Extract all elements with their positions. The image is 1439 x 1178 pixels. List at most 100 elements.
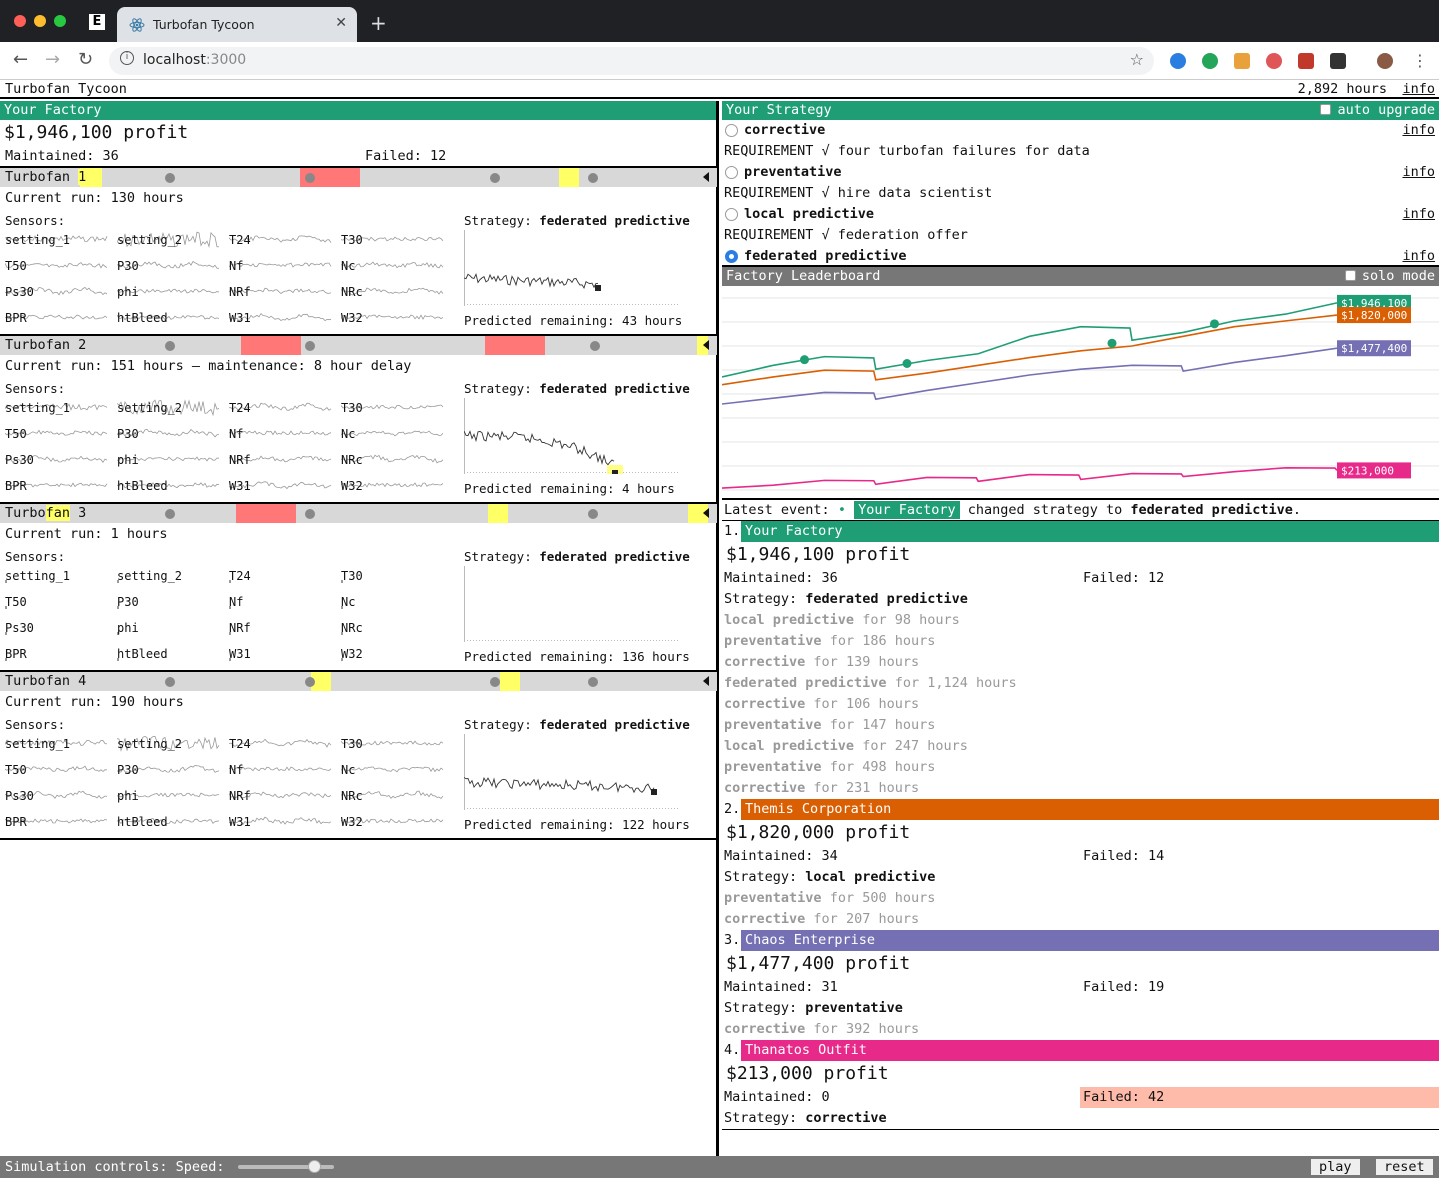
reload-icon[interactable]: ↻ [78,49,93,70]
factory-stats: Maintained: 36 Failed: 12 [0,146,716,168]
info-icon[interactable]: i [120,51,134,65]
history-strategy: corrective [724,654,806,670]
company-stats: Maintained: 0 Failed: 42 [722,1087,1439,1108]
leaderboard-chart-svg: $1,946,100$1,820,000$1,477,400$213,000 [721,294,1439,491]
failure-segment [241,336,301,355]
sensor-sparkline: htBleed [117,644,223,664]
auto-upgrade-toggle[interactable]: auto upgrade [1320,102,1435,118]
strategy-option[interactable]: federated predictive info [722,246,1439,267]
play-button[interactable]: play [1310,1158,1361,1176]
strategy-info-link[interactable]: info [1402,164,1435,180]
extension-icon-5[interactable] [1298,53,1314,69]
tab-turbofan-tycoon[interactable]: Turbofan Tycoon ✕ [117,7,357,42]
address-bar[interactable]: i localhost:3000 ☆ [109,47,1154,75]
strategy-history-item: preventative for 498 hours [722,757,1439,778]
strategy-info-link[interactable]: info [1402,206,1435,222]
sensor-sparkline: P30 [117,760,223,780]
sensors-label: Sensors: [5,381,66,396]
company-strategy-value: preventative [805,1000,903,1016]
strategy-option[interactable]: corrective info [722,120,1439,141]
sensor-name: NRf [229,621,251,635]
timeline-marker [165,677,175,687]
menu-kebab-icon[interactable]: ⋮ [1412,51,1428,70]
back-icon[interactable]: ← [13,49,28,70]
sensor-name: Nc [341,763,356,777]
maximize-window-icon[interactable] [54,15,66,27]
sensor-sparkline: T24 [229,566,335,586]
solo-mode-checkbox[interactable] [1344,270,1356,281]
auto-upgrade-checkbox[interactable] [1320,104,1332,115]
strategy-option[interactable]: local predictive info [722,204,1439,225]
history-strategy: corrective [724,780,806,796]
history-hours-unit: hours [976,675,1017,691]
extension-icon-1[interactable] [1170,53,1186,69]
bookmark-star-icon[interactable]: ☆ [1130,50,1144,69]
sparkline-icon [229,262,332,268]
history-hours: 498 [862,759,887,775]
reset-button[interactable]: reset [1375,1158,1434,1176]
maintenance-segment [559,168,579,187]
strategy-info-link[interactable]: info [1402,122,1435,138]
pinned-tab-icon[interactable]: E [89,14,105,30]
new-tab-icon[interactable]: + [370,11,387,35]
factory-profit: $1,946,100 profit [4,122,189,143]
company-strategy: Strategy: federated predictive [722,589,1439,610]
strategy-label: Strategy: [724,1110,798,1126]
company-name: Thanatos Outfit [741,1040,1439,1061]
sensor-name: W32 [341,311,363,325]
series-end-label: $213,000 [1337,462,1411,479]
sensor-sparkline: setting_2 [117,230,223,250]
sensor-name: setting_1 [5,737,71,751]
history-for: for [829,633,855,649]
sensor-name: setting_1 [5,233,71,247]
history-strategy: federated predictive [724,675,887,691]
strategy-history-item: preventative for 186 hours [722,631,1439,652]
sensor-name: phi [117,285,139,299]
sensor-sparkline: T30 [341,230,447,250]
turbofan-timeline: Turbofan 3 [0,504,717,523]
sensor-name: htBleed [117,311,168,325]
sensor-sparkline: Ps30 [5,786,111,806]
extension-icon-2[interactable] [1202,53,1218,69]
extension-icon-4[interactable] [1266,53,1282,69]
timeline-cursor-icon [703,340,709,350]
strategy-info-link[interactable]: info [1402,248,1435,264]
forward-icon[interactable]: → [45,49,60,70]
strategy-label: Strategy: [724,591,798,607]
company-entry: 4. Thanatos Outfit $213,000 profit Maintain… [722,1040,1439,1130]
history-hours: 392 [845,1021,871,1037]
current-run: Current run: 1 hours [5,526,168,542]
latest-event-label: Latest event: [724,502,830,518]
predicted-remaining: Predicted remaining: 122 hours [464,817,690,832]
strategy-option[interactable]: preventative info [722,162,1439,183]
sensor-sparkline: setting_1 [5,566,111,586]
strategy-option-label: corrective [744,122,826,138]
sensor-name: NRf [229,285,251,299]
strategy-radio[interactable] [725,208,738,221]
solo-mode-toggle[interactable]: solo mode [1344,268,1435,284]
app-info-link[interactable]: info [1402,81,1435,97]
tab-title: Turbofan Tycoon [153,17,255,32]
timeline-marker [165,509,175,519]
company-strategy-value: federated predictive [805,591,968,607]
company-stats: Maintained: 36 Failed: 12 [722,568,1439,589]
minimize-window-icon[interactable] [34,15,46,27]
strategy-change-marker [902,359,912,368]
extension-icon-6[interactable] [1330,53,1346,69]
company-profit: $213,000 profit [726,1063,889,1084]
sensor-name: W31 [229,815,251,829]
speed-slider-knob[interactable] [307,1160,321,1173]
strategy-radio[interactable] [725,250,738,263]
close-window-icon[interactable] [14,15,26,27]
sensor-name: T50 [5,595,27,609]
close-tab-icon[interactable]: ✕ [335,15,347,31]
strategy-radio[interactable] [725,124,738,137]
strategy-requirement: REQUIREMENT √ federation offer [724,227,968,243]
history-hours: 1,124 [927,675,968,691]
sensor-name: Ps30 [5,621,34,635]
history-strategy: local predictive [724,612,855,628]
strategy-history-item: corrective for 106 hours [722,694,1439,715]
strategy-radio[interactable] [725,166,738,179]
avatar[interactable] [1377,53,1393,69]
extension-icon-3[interactable] [1234,53,1250,69]
